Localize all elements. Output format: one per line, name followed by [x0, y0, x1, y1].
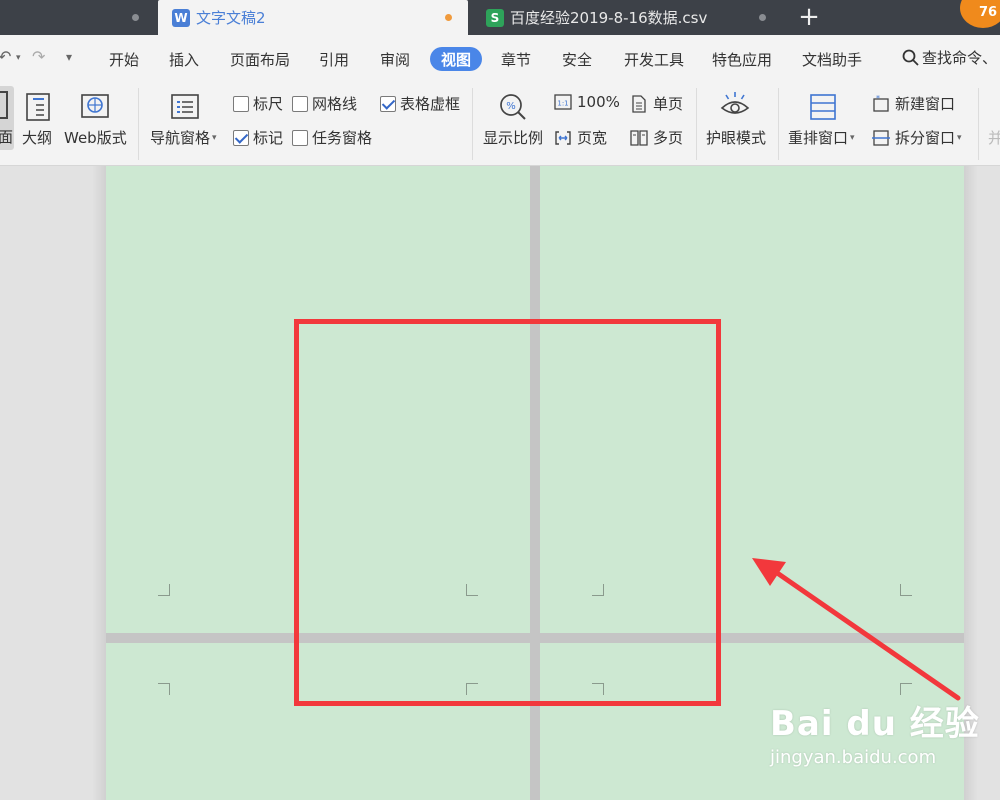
ribbon-divider [472, 88, 473, 160]
outline-view-label[interactable]: 大纲 [22, 127, 52, 148]
marks-label: 标记 [253, 129, 284, 147]
tab-document-label: 文字文稿2 [196, 9, 266, 27]
gridlines-checkbox-box[interactable] [292, 95, 308, 112]
menu-dev-tools[interactable]: 开发工具 [618, 47, 690, 71]
page-view-label: 面 [0, 128, 14, 146]
wps-writer-icon: W [172, 8, 190, 27]
ribbon-divider [138, 88, 139, 160]
ruler-checkbox-box[interactable] [233, 95, 249, 112]
marks-checkbox-box[interactable] [233, 129, 249, 146]
multi-page-button[interactable]: 多页 [630, 127, 683, 148]
rearrange-windows-button[interactable]: 重排窗口 ▾ [788, 127, 855, 148]
marks-checkbox[interactable]: 标记 [233, 127, 283, 148]
web-layout-icon[interactable] [80, 92, 110, 122]
undo-dropdown-icon[interactable]: ▾ [16, 53, 21, 63]
ruler-checkbox[interactable]: 标尺 [233, 93, 283, 114]
split-window-label: 拆分窗口 [895, 129, 956, 147]
zoom-100-label: 100% [577, 93, 620, 111]
eye-protection-label[interactable]: 护眼模式 [706, 127, 766, 148]
svg-text:*: * [876, 95, 880, 103]
undo-icon[interactable]: ↶ [0, 47, 11, 66]
tab-document[interactable]: W 文字文稿2 [158, 0, 468, 35]
tab-previous[interactable] [0, 0, 158, 35]
command-search[interactable]: 查找命令、 [902, 47, 997, 68]
gridlines-label: 网格线 [312, 95, 358, 113]
ribbon-divider [778, 88, 779, 160]
ribbon-divider [978, 88, 979, 160]
ribbon-divider [696, 88, 697, 160]
search-icon [902, 49, 919, 66]
single-page-button[interactable]: 单页 [630, 93, 683, 114]
table-gridlines-checkbox-box[interactable] [380, 95, 396, 112]
wps-spreadsheet-icon: S [486, 8, 504, 27]
page-width-label: 页宽 [577, 129, 608, 147]
tab-close-dot-icon[interactable] [759, 14, 766, 21]
outline-view-icon[interactable] [24, 92, 54, 122]
menu-page-layout[interactable]: 页面布局 [226, 47, 294, 71]
ribbon-overflow-label: 并 [988, 129, 1000, 147]
menu-view[interactable]: 视图 [430, 47, 482, 71]
new-window-icon: * [873, 95, 889, 112]
command-search-label: 查找命令、 [922, 49, 998, 67]
menu-home[interactable]: 开始 [104, 47, 144, 71]
menu-references[interactable]: 引用 [314, 47, 354, 71]
menu-review[interactable]: 审阅 [375, 47, 415, 71]
display-ratio-label[interactable]: 显示比例 [483, 127, 543, 148]
page-view-icon [0, 91, 8, 119]
new-window-label: 新建窗口 [895, 95, 956, 113]
new-window-button[interactable]: * 新建窗口 [872, 93, 955, 114]
menu-security[interactable]: 安全 [557, 47, 597, 71]
rearrange-windows-label: 重排窗口 [788, 129, 849, 147]
chevron-down-icon: ▾ [957, 132, 962, 143]
rearrange-windows-icon[interactable] [808, 92, 838, 122]
eye-protection-icon[interactable] [720, 90, 750, 120]
web-layout-label[interactable]: Web版式 [64, 127, 127, 148]
task-pane-label: 任务窗格 [312, 129, 373, 147]
gridlines-checkbox[interactable]: 网格线 [292, 93, 357, 114]
tab-bar: W 文字文稿2 S 百度经验2019-8-16数据.csv + 76 [0, 0, 1000, 35]
single-page-label: 单页 [653, 95, 684, 113]
unsaved-dot-icon [445, 14, 452, 21]
redo-icon[interactable]: ↷ [32, 47, 45, 66]
multi-page-icon [630, 129, 648, 146]
table-gridlines-label: 表格虚框 [400, 95, 461, 113]
actual-size-icon: 1:1 [554, 94, 572, 110]
zoom-icon[interactable]: % [498, 92, 528, 122]
tab-spreadsheet[interactable]: S 百度经验2019-8-16数据.csv [472, 0, 782, 35]
chevron-down-icon: ▾ [850, 132, 855, 143]
zoom-100-button[interactable]: 1:1 100% [554, 93, 620, 111]
menu-doc-assistant[interactable]: 文档助手 [798, 47, 866, 71]
page-width-icon [555, 130, 571, 145]
svg-text:%: % [506, 101, 516, 112]
menu-chapter[interactable]: 章节 [496, 47, 536, 71]
chevron-down-icon: ▾ [212, 132, 217, 143]
ribbon-view: 面 大纲 Web版式 导航窗格 ▾ 标尺 网格线 表格虚框 标记 任务窗格 % 显… [0, 82, 1000, 166]
notification-badge[interactable]: 76 [960, 0, 1000, 28]
baidu-jingyan-watermark: Bai du 经验 jingyan.baidu.com [770, 696, 980, 768]
watermark-url: jingyan.baidu.com [770, 747, 937, 768]
navigation-pane-icon[interactable] [170, 92, 200, 122]
watermark-brand: Bai du 经验 [770, 704, 980, 744]
page-width-button[interactable]: 页宽 [554, 127, 607, 148]
customize-toolbar-icon[interactable]: ▾ [66, 50, 72, 64]
split-window-icon [872, 129, 890, 146]
single-page-icon [632, 94, 646, 113]
menu-special-apps[interactable]: 特色应用 [708, 47, 776, 71]
table-gridlines-checkbox[interactable]: 表格虚框 [380, 93, 460, 114]
ruler-label: 标尺 [253, 95, 284, 113]
navigation-pane-button[interactable]: 导航窗格 ▾ [150, 127, 217, 148]
tab-dot-icon [132, 14, 139, 21]
task-pane-checkbox[interactable]: 任务窗格 [292, 127, 372, 148]
multi-page-label: 多页 [653, 129, 684, 147]
new-tab-plus-icon[interactable]: + [795, 3, 823, 31]
task-pane-checkbox-box[interactable] [292, 129, 308, 146]
page-view-button[interactable]: 面 [0, 86, 14, 150]
navigation-pane-label: 导航窗格 [150, 129, 211, 147]
split-window-button[interactable]: 拆分窗口 ▾ [872, 127, 962, 148]
svg-text:1:1: 1:1 [557, 100, 568, 108]
tab-spreadsheet-label: 百度经验2019-8-16数据.csv [510, 9, 708, 27]
menu-bar: ↶ ▾ ↷ ▾ 开始 插入 页面布局 引用 审阅 视图 章节 安全 开发工具 特… [0, 35, 1000, 82]
menu-insert[interactable]: 插入 [164, 47, 204, 71]
